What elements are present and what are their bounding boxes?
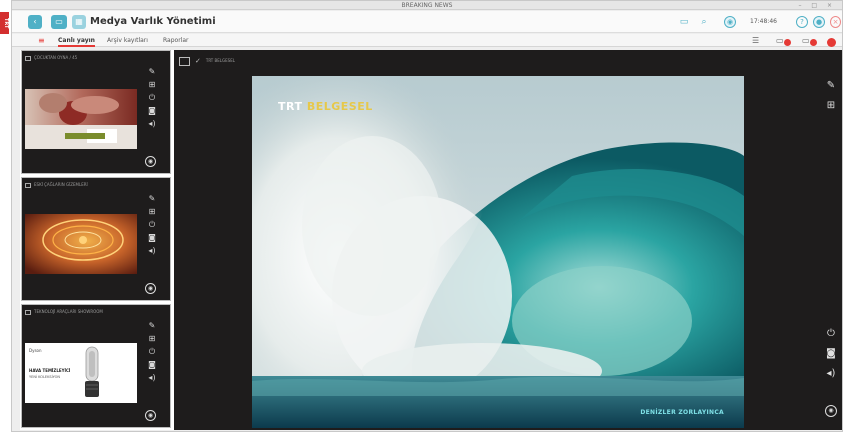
monitor-icon[interactable]: ▭	[51, 15, 67, 29]
edit-icon[interactable]: ✎	[145, 319, 159, 332]
record-icon[interactable]: ◉	[825, 405, 837, 417]
camera-icon[interactable]: ◙	[145, 104, 159, 117]
monitor-header: ✓ TRT BELGESEL	[179, 56, 235, 66]
notification-icon[interactable]: ◉	[724, 16, 736, 28]
record-icon[interactable]: ◉	[145, 410, 156, 421]
product-title: HAVA TEMİZLEYİCİ	[29, 368, 71, 373]
app-title: Medya Varlık Yönetimi	[90, 16, 216, 27]
card-header: ÇOCUKTAN OYNA / 45	[25, 54, 169, 62]
power-icon[interactable]: ⏻	[825, 324, 837, 344]
thumbnail-gold	[25, 214, 137, 274]
search-icon[interactable]: ⌕	[698, 16, 710, 28]
video-thumbnail[interactable]: Dyson HAVA TEMİZLEYİCİ YENİ KOLEKSİYON	[25, 343, 137, 403]
camera-icon[interactable]: ◙	[825, 344, 837, 364]
alert-dot	[827, 38, 836, 47]
grid-icon[interactable]: ▦	[72, 15, 86, 29]
window-title: BREAKING NEWS	[401, 2, 453, 9]
monitor-top-actions: ✎ ⊞	[825, 76, 837, 116]
monitor-select-icon[interactable]	[179, 56, 190, 66]
power-icon[interactable]: ⏻	[145, 91, 159, 104]
window-controls[interactable]: – □ ×	[798, 2, 836, 9]
video-thumbnail[interactable]	[25, 89, 137, 149]
main-monitor: ✓ TRT BELGESEL TRT BELGESEL DENİZLER ZOR…	[174, 50, 842, 430]
edit-icon[interactable]: ✎	[825, 76, 837, 96]
menu-icon[interactable]: ≡	[38, 36, 45, 45]
thumbnail-hands	[25, 89, 137, 149]
camera-icon[interactable]: ◙	[145, 358, 159, 371]
volume-icon[interactable]: ◂)	[825, 364, 837, 384]
expand-icon[interactable]: ⊞	[825, 96, 837, 116]
card-label: ESKİ ÇAĞLARIN GİZEMLERİ	[34, 182, 88, 187]
camera-icon[interactable]: ◙	[145, 231, 159, 244]
video-camera-icon[interactable]: ▭	[676, 16, 692, 28]
card-actions: ✎ ⊞ ⏻ ◙ ◂)	[145, 65, 159, 130]
power-icon[interactable]: ⏻	[145, 345, 159, 358]
layout-icon[interactable]: ▭	[776, 36, 784, 45]
video-thumbnail[interactable]	[25, 214, 137, 274]
card-header: ESKİ ÇAĞLARIN GİZEMLERİ	[25, 181, 169, 189]
tab-reports[interactable]: Raporlar	[163, 36, 188, 45]
select-checkbox[interactable]	[25, 55, 31, 61]
brand-tag: TRT	[0, 12, 9, 34]
close-icon[interactable]: ×	[830, 16, 841, 28]
user-icon[interactable]: ●	[813, 16, 825, 28]
check-icon[interactable]: ✓	[195, 56, 201, 66]
main-area: ÇOCUKTAN OYNA / 45 ✎ ⊞ ⏻ ◙ ◂) ◉ ESKİ ÇAĞ…	[20, 50, 842, 430]
logo-prefix: TRT	[278, 100, 303, 113]
volume-icon[interactable]: ◂)	[145, 371, 159, 384]
monitor-bottom-actions: ⏻ ◙ ◂)	[825, 324, 837, 384]
card-actions: ✎ ⊞ ⏻ ◙ ◂)	[145, 319, 159, 384]
expand-icon[interactable]: ⊞	[145, 78, 159, 91]
product-brand: Dyson	[29, 348, 42, 353]
alert-dot	[810, 39, 817, 46]
tab-live[interactable]: Canlı yayın	[58, 36, 95, 47]
record-icon[interactable]: ◉	[145, 283, 156, 294]
power-icon[interactable]: ⏻	[145, 218, 159, 231]
clock: 17:48:46	[750, 18, 777, 25]
card-actions: ✎ ⊞ ⏻ ◙ ◂)	[145, 192, 159, 257]
main-video[interactable]: TRT BELGESEL DENİZLER ZORLAYINCA	[252, 76, 744, 428]
list-icon[interactable]: ☰	[752, 36, 759, 45]
monitor-label: TRT BELGESEL	[205, 58, 235, 63]
record-list-icon[interactable]: ▭	[802, 36, 810, 45]
volume-icon[interactable]: ◂)	[145, 117, 159, 130]
product-subtitle: YENİ KOLEKSİYON	[29, 375, 61, 379]
expand-icon[interactable]: ⊞	[145, 205, 159, 218]
window-titlebar: BREAKING NEWS – □ ×	[12, 1, 842, 10]
product-image	[85, 346, 99, 397]
select-checkbox[interactable]	[25, 309, 31, 315]
help-icon[interactable]: ?	[796, 16, 808, 28]
edit-icon[interactable]: ✎	[145, 192, 159, 205]
card-header: TEKNOLOJİ ARAÇLARI SHOWROOM	[25, 308, 169, 316]
channel-card[interactable]: ESKİ ÇAĞLARIN GİZEMLERİ ✎ ⊞ ⏻ ◙ ◂) ◉	[21, 177, 171, 301]
tab-bar: ≡ Canlı yayın Arşiv kayıtları Raporlar ☰…	[12, 34, 842, 47]
alert-dot	[784, 39, 791, 46]
channel-logo: TRT BELGESEL	[278, 100, 373, 113]
card-label: ÇOCUKTAN OYNA / 45	[34, 55, 78, 60]
channel-card[interactable]: ÇOCUKTAN OYNA / 45 ✎ ⊞ ⏻ ◙ ◂) ◉	[21, 50, 171, 174]
tab-archive[interactable]: Arşiv kayıtları	[107, 36, 148, 45]
app-header: ‹ ▭ ▦ Medya Varlık Yönetimi ▭ ⌕ ◉ 17:48:…	[12, 11, 842, 33]
channel-list: ÇOCUKTAN OYNA / 45 ✎ ⊞ ⏻ ◙ ◂) ◉ ESKİ ÇAĞ…	[20, 50, 172, 430]
select-checkbox[interactable]	[25, 182, 31, 188]
record-icon[interactable]: ◉	[145, 156, 156, 167]
video-caption: DENİZLER ZORLAYINCA	[640, 409, 724, 416]
expand-icon[interactable]: ⊞	[145, 332, 159, 345]
back-icon[interactable]: ‹	[28, 15, 42, 29]
card-label: TEKNOLOJİ ARAÇLARI SHOWROOM	[34, 309, 103, 314]
wave-image	[252, 76, 744, 428]
logo-suffix: BELGESEL	[306, 100, 373, 113]
channel-card[interactable]: TEKNOLOJİ ARAÇLARI SHOWROOM Dyson HAVA T…	[21, 304, 171, 428]
edit-icon[interactable]: ✎	[145, 65, 159, 78]
volume-icon[interactable]: ◂)	[145, 244, 159, 257]
